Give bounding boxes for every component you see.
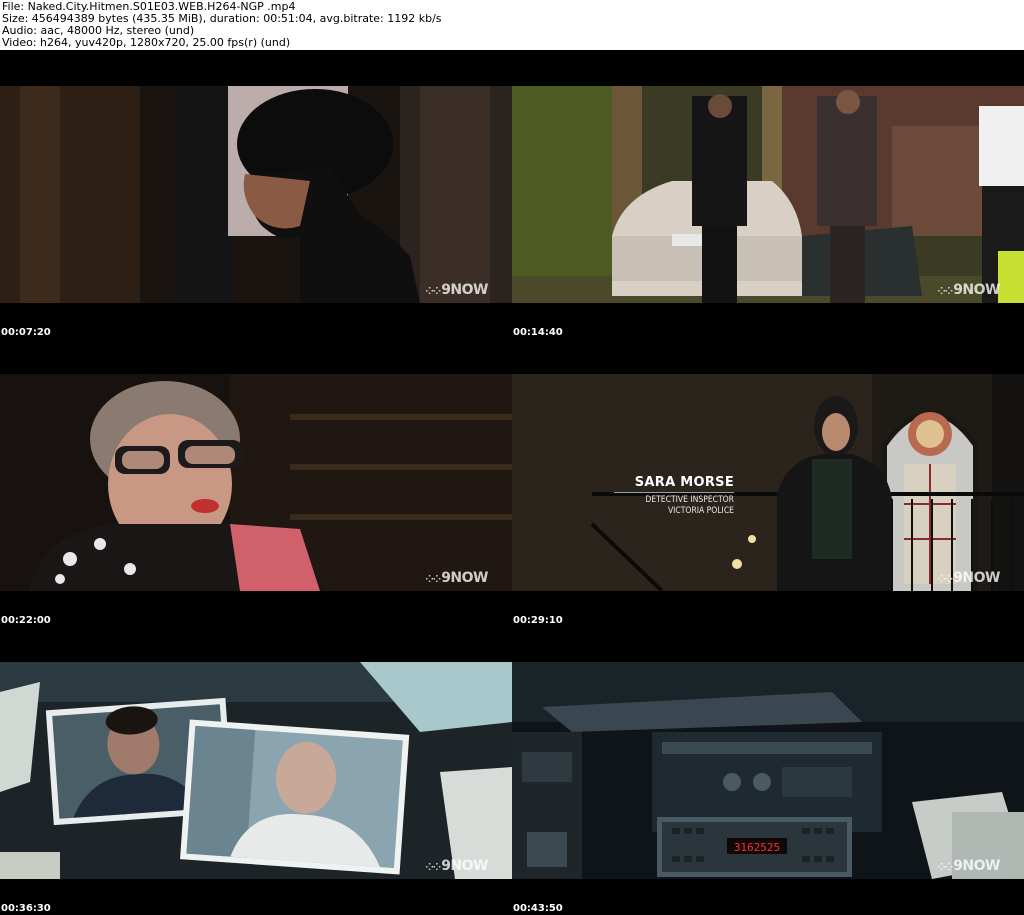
watermark: ⁘⁘9NOW	[425, 858, 488, 874]
video-info: Video: h264, yuv420p, 1280x720, 25.00 fp…	[2, 36, 291, 49]
frame-2-image	[512, 86, 1024, 303]
watermark: ⁘⁘9NOW	[425, 282, 488, 298]
frame-6-image: 3162525	[512, 662, 1024, 879]
file-info-header: File: Naked.City.Hitmen.S01E03.WEB.H264-…	[0, 0, 1024, 50]
watermark: ⁘⁘9NOW	[425, 570, 488, 586]
frame-1-timestamp: 00:07:20	[1, 327, 51, 338]
frame-5-image	[0, 662, 512, 879]
frame-4-timestamp: 00:29:10	[513, 615, 563, 626]
frame-thumbnail-2: ⁘⁘9NOW	[512, 86, 1024, 303]
frame-thumbnail-6: 3162525 ⁘⁘9NOW	[512, 662, 1024, 879]
caption-divider	[614, 492, 734, 493]
frame-2-timestamp: 00:14:40	[513, 327, 563, 338]
caption-name: SARA MORSE	[634, 475, 734, 490]
frame-thumbnail-3: ⁘⁘9NOW	[0, 374, 512, 591]
watermark: ⁘⁘9NOW	[937, 282, 1000, 298]
frame-thumbnail-4: SARA MORSE DETECTIVE INSPECTOR VICTORIA …	[512, 374, 1024, 591]
name-caption: SARA MORSE DETECTIVE INSPECTOR VICTORIA …	[584, 475, 734, 517]
watermark: ⁘⁘9NOW	[937, 570, 1000, 586]
frame-6-timestamp: 00:43:50	[513, 903, 563, 914]
frame-thumbnail-5: ⁘⁘9NOW	[0, 662, 512, 879]
caption-org: VICTORIA POLICE	[667, 506, 734, 516]
frame-3-timestamp: 00:22:00	[1, 615, 51, 626]
caption-title: DETECTIVE INSPECTOR	[645, 495, 734, 505]
frame-5-timestamp: 00:36:30	[1, 903, 51, 914]
watermark: ⁘⁘9NOW	[937, 858, 1000, 874]
frame-1-image	[0, 86, 512, 303]
svg-text:3162525: 3162525	[734, 841, 780, 854]
frame-3-image	[0, 374, 512, 591]
frame-thumbnail-1: ⁘⁘9NOW	[0, 86, 512, 303]
